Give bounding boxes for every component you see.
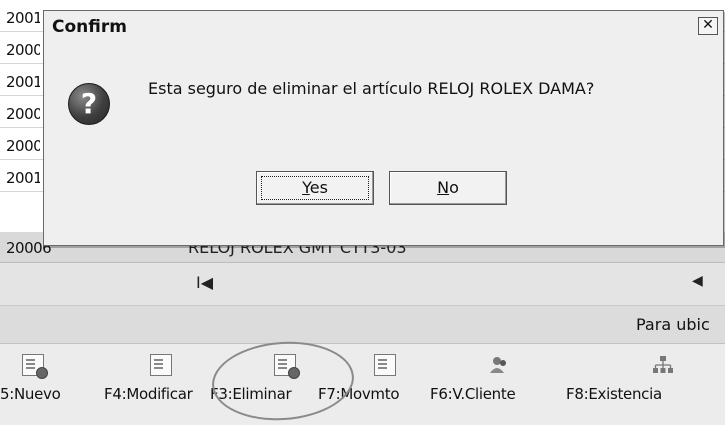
no-label-rest: o bbox=[449, 178, 459, 197]
dialog-titlebar[interactable]: Confirm ✕ bbox=[44, 11, 723, 43]
row-code: 2001 bbox=[6, 9, 40, 27]
new-record-icon bbox=[22, 354, 48, 379]
client-button[interactable]: F6:V.Cliente bbox=[430, 352, 540, 412]
hint-text: Para ubic bbox=[636, 315, 710, 334]
navigation-bar: I◀ ◀ bbox=[0, 262, 725, 306]
row-code: 2001 bbox=[6, 169, 40, 187]
close-icon[interactable]: ✕ bbox=[698, 17, 718, 35]
first-record-icon[interactable]: I◀ bbox=[196, 273, 213, 292]
movement-icon bbox=[374, 354, 396, 376]
row-code: 2000 bbox=[6, 137, 40, 155]
row-code: 2000 bbox=[6, 105, 40, 123]
confirm-dialog: Confirm ✕ ? Esta seguro de eliminar el a… bbox=[43, 10, 724, 246]
stock-tree-icon bbox=[652, 354, 674, 376]
edit-button[interactable]: F4:Modificar bbox=[104, 352, 204, 412]
previous-icon[interactable]: ◀ bbox=[692, 273, 703, 289]
new-button[interactable]: 5:Nuevo bbox=[0, 352, 90, 412]
row-code: 2000 bbox=[6, 41, 40, 59]
yes-button[interactable]: Yes bbox=[256, 171, 374, 205]
client-button-label: F6:V.Cliente bbox=[430, 385, 516, 403]
edit-record-icon bbox=[150, 354, 172, 376]
no-button[interactable]: No bbox=[389, 171, 507, 205]
dialog-message: Esta seguro de eliminar el artículo RELO… bbox=[148, 79, 595, 98]
focus-outline bbox=[261, 176, 369, 200]
hint-bar: Para ubic bbox=[0, 306, 725, 344]
row-code: 2001 bbox=[6, 73, 40, 91]
function-key-toolbar: 5:Nuevo F4:Modificar F3:Eliminar F7:Movm… bbox=[0, 344, 725, 425]
new-button-label: 5:Nuevo bbox=[0, 385, 61, 403]
no-mnemonic: N bbox=[437, 178, 450, 197]
edit-button-label: F4:Modificar bbox=[104, 385, 193, 403]
stock-button[interactable]: F8:Existencia bbox=[566, 352, 725, 412]
dialog-title: Confirm bbox=[52, 17, 127, 37]
stock-button-label: F8:Existencia bbox=[566, 385, 662, 403]
question-icon: ? bbox=[68, 83, 110, 125]
client-icon bbox=[488, 354, 510, 376]
